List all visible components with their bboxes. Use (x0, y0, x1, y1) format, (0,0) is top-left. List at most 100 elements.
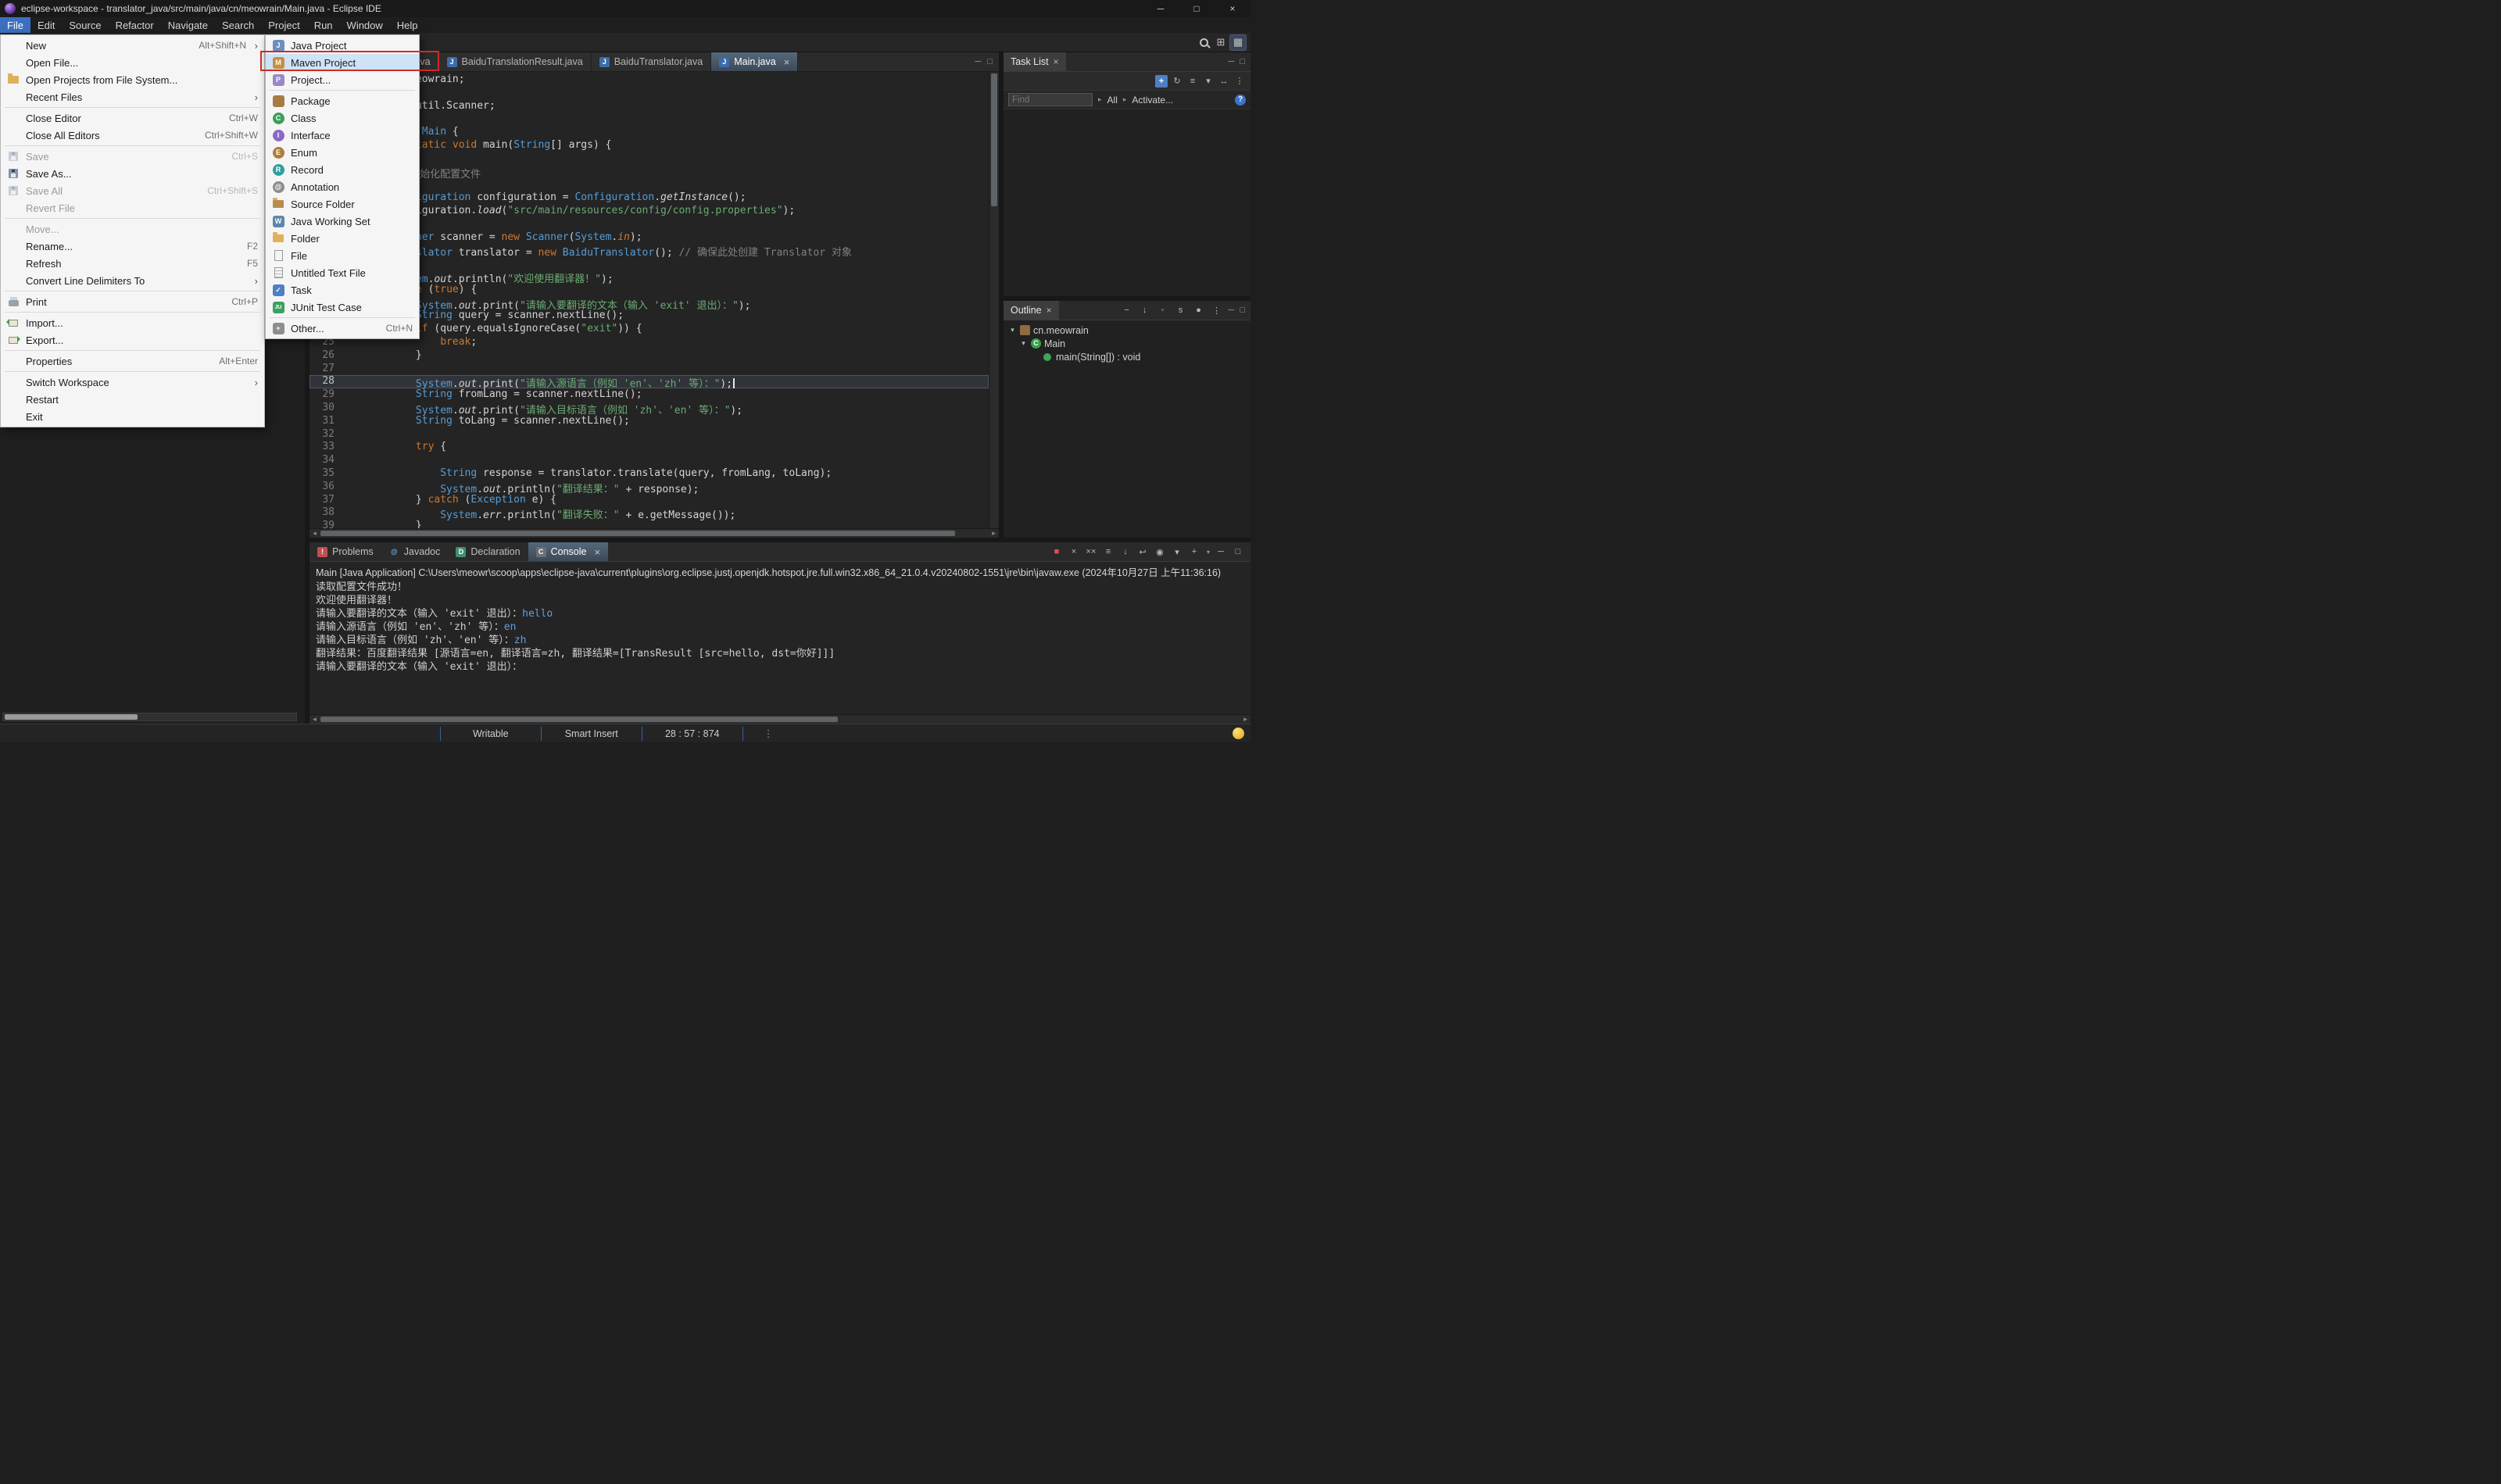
scroll-left-icon[interactable]: ◂ (309, 529, 320, 538)
filter-completed-icon[interactable]: ▾ (1202, 75, 1215, 88)
line-number[interactable]: 26 (309, 349, 342, 363)
line-number[interactable]: 32 (309, 428, 342, 442)
tab-task-list[interactable]: Task List × (1004, 52, 1066, 71)
scroll-lock-icon[interactable]: ↓ (1119, 545, 1132, 558)
submenu-item-annotation[interactable]: @ Annotation (266, 178, 419, 195)
outline-node-main-string-void[interactable]: main(String[]) : void (1004, 350, 1250, 363)
code-line-32[interactable]: 32 (309, 428, 989, 442)
menu-item-properties[interactable]: Properties Alt+Enter (1, 352, 264, 370)
maximize-editor-icon[interactable]: □ (987, 57, 993, 66)
maximize-view-icon[interactable]: □ (1240, 57, 1245, 66)
menubar-item-run[interactable]: Run (307, 17, 340, 33)
menu-item-recent-files[interactable]: Recent Files › (1, 88, 264, 105)
minimize-window-button[interactable]: ─ (1143, 0, 1179, 17)
open-perspective-icon[interactable]: ⊞ (1212, 34, 1229, 51)
task-find-input[interactable] (1008, 93, 1093, 106)
menu-item-close-editor[interactable]: Close Editor Ctrl+W (1, 109, 264, 127)
submenu-item-folder[interactable]: Folder (266, 230, 419, 247)
submenu-item-class[interactable]: C Class (266, 109, 419, 127)
terminate-icon[interactable]: ■ (1050, 545, 1063, 558)
menu-item-import[interactable]: Import... (1, 314, 264, 331)
view-menu-icon[interactable]: ⋮ (1233, 75, 1246, 88)
maximize-panel-icon[interactable]: □ (1232, 545, 1244, 558)
hide-static-icon[interactable]: s (1175, 304, 1187, 316)
submenu-item-enum[interactable]: E Enum (266, 144, 419, 161)
sort-icon[interactable]: ↓ (1139, 304, 1151, 316)
scrollbar-thumb[interactable] (320, 531, 955, 536)
menu-item-save-as[interactable]: Save As... (1, 165, 264, 182)
scope-all-label[interactable]: All (1107, 95, 1118, 105)
submenu-item-java-working-set[interactable]: W Java Working Set (266, 213, 419, 230)
submenu-item-package[interactable]: Package (266, 92, 419, 109)
synchronize-icon[interactable]: ↻ (1171, 75, 1183, 88)
menu-item-exit[interactable]: Exit (1, 408, 264, 425)
submenu-item-record[interactable]: R Record (266, 161, 419, 178)
line-number[interactable]: 37 (309, 494, 342, 507)
scrollbar-thumb[interactable] (320, 717, 839, 722)
minimize-panel-icon[interactable]: ─ (1215, 545, 1227, 558)
submenu-item-file[interactable]: File (266, 247, 419, 264)
editor-vertical-scrollbar[interactable] (989, 72, 999, 528)
code-line-33[interactable]: 33 try { (309, 441, 989, 454)
pin-console-icon[interactable]: ◉ (1154, 545, 1166, 558)
code-line-38[interactable]: 38 System.err.println("翻译失败：" + e.getMes… (309, 506, 989, 521)
code-line-36[interactable]: 36 System.out.println("翻译结果：" + response… (309, 481, 989, 495)
link-with-editor-icon[interactable]: ↔ (1218, 75, 1230, 88)
maximize-view-icon[interactable]: □ (1240, 306, 1245, 315)
bottom-tab-javadoc[interactable]: @ Javadoc (381, 542, 449, 561)
submenu-item-source-folder[interactable]: Source Folder (266, 195, 419, 213)
submenu-item-other[interactable]: + Other... Ctrl+N (266, 320, 419, 337)
code-line-27[interactable]: 27 (309, 363, 989, 376)
menubar-item-search[interactable]: Search (215, 17, 261, 33)
menubar-item-file[interactable]: File (0, 17, 30, 33)
line-number[interactable]: 29 (309, 388, 342, 402)
maximize-window-button[interactable]: □ (1179, 0, 1215, 17)
close-window-button[interactable]: × (1215, 0, 1250, 17)
close-tab-icon[interactable]: × (784, 56, 790, 68)
editor-tab-baidutranslator-java[interactable]: J BaiduTranslator.java (591, 52, 712, 71)
submenu-item-junit-test-case[interactable]: JU JUnit Test Case (266, 299, 419, 316)
scrollbar-thumb[interactable] (5, 714, 138, 720)
remove-launch-icon[interactable]: × (1068, 545, 1080, 558)
close-view-icon[interactable]: × (1054, 56, 1059, 67)
activate-label[interactable]: Activate... (1132, 95, 1173, 105)
menubar-item-navigate[interactable]: Navigate (161, 17, 215, 33)
code-line-28[interactable]: 28 System.out.print("请输入源语言（例如 'en'、'zh'… (309, 375, 989, 390)
code-line-29[interactable]: 29 String fromLang = scanner.nextLine(); (309, 388, 989, 402)
minimize-editor-icon[interactable]: ─ (975, 57, 982, 66)
minimize-view-icon[interactable]: ─ (1229, 306, 1235, 315)
menu-item-refresh[interactable]: Refresh F5 (1, 255, 264, 272)
line-number[interactable]: 35 (309, 467, 342, 481)
code-line-31[interactable]: 31 String toLang = scanner.nextLine(); (309, 415, 989, 428)
close-view-icon[interactable]: × (1047, 305, 1052, 316)
line-number[interactable]: 28 (309, 375, 342, 388)
outline-node-cn-meowrain[interactable]: ▾ cn.meowrain (1004, 324, 1250, 337)
scrollbar-thumb[interactable] (991, 73, 997, 206)
close-tab-icon[interactable]: × (594, 546, 600, 558)
help-icon[interactable]: ? (1235, 94, 1246, 105)
view-menu-icon[interactable]: ⋮ (1211, 304, 1223, 316)
bottom-tab-declaration[interactable]: D Declaration (448, 542, 528, 561)
expander-icon[interactable]: ▾ (1019, 339, 1028, 348)
menubar-item-refactor[interactable]: Refactor (109, 17, 161, 33)
editor-tab-main-java[interactable]: J Main.java × (711, 52, 799, 71)
menu-item-convert-line-delimiters-to[interactable]: Convert Line Delimiters To › (1, 272, 264, 289)
new-task-icon[interactable]: + (1155, 74, 1168, 88)
line-number[interactable]: 33 (309, 441, 342, 454)
notifications-icon[interactable] (1233, 728, 1244, 739)
word-wrap-icon[interactable]: ↩ (1136, 545, 1149, 558)
code-line-34[interactable]: 34 (309, 454, 989, 467)
line-number[interactable]: 38 (309, 506, 342, 520)
line-number[interactable]: 39 (309, 520, 342, 528)
menubar-item-project[interactable]: Project (261, 17, 306, 33)
editor-tab-baidutranslationresult-java[interactable]: J BaiduTranslationResult.java (438, 52, 592, 71)
submenu-item-interface[interactable]: I Interface (266, 127, 419, 144)
console-output[interactable]: 读取配置文件成功！ 欢迎使用翻译器！ 请输入要翻译的文本（输入 'exit' 退出）… (309, 580, 1250, 714)
code-line-35[interactable]: 35 String response = translator.translat… (309, 467, 989, 481)
open-console-icon[interactable]: + (1188, 545, 1200, 558)
remove-all-launches-icon[interactable]: ×× (1085, 545, 1097, 558)
search-icon[interactable] (1195, 34, 1212, 51)
group-by-icon[interactable]: ≡ (1186, 75, 1199, 88)
statusbar-menu-icon[interactable]: ⋮ (764, 728, 774, 739)
menu-item-close-all-editors[interactable]: Close All Editors Ctrl+Shift+W (1, 127, 264, 144)
